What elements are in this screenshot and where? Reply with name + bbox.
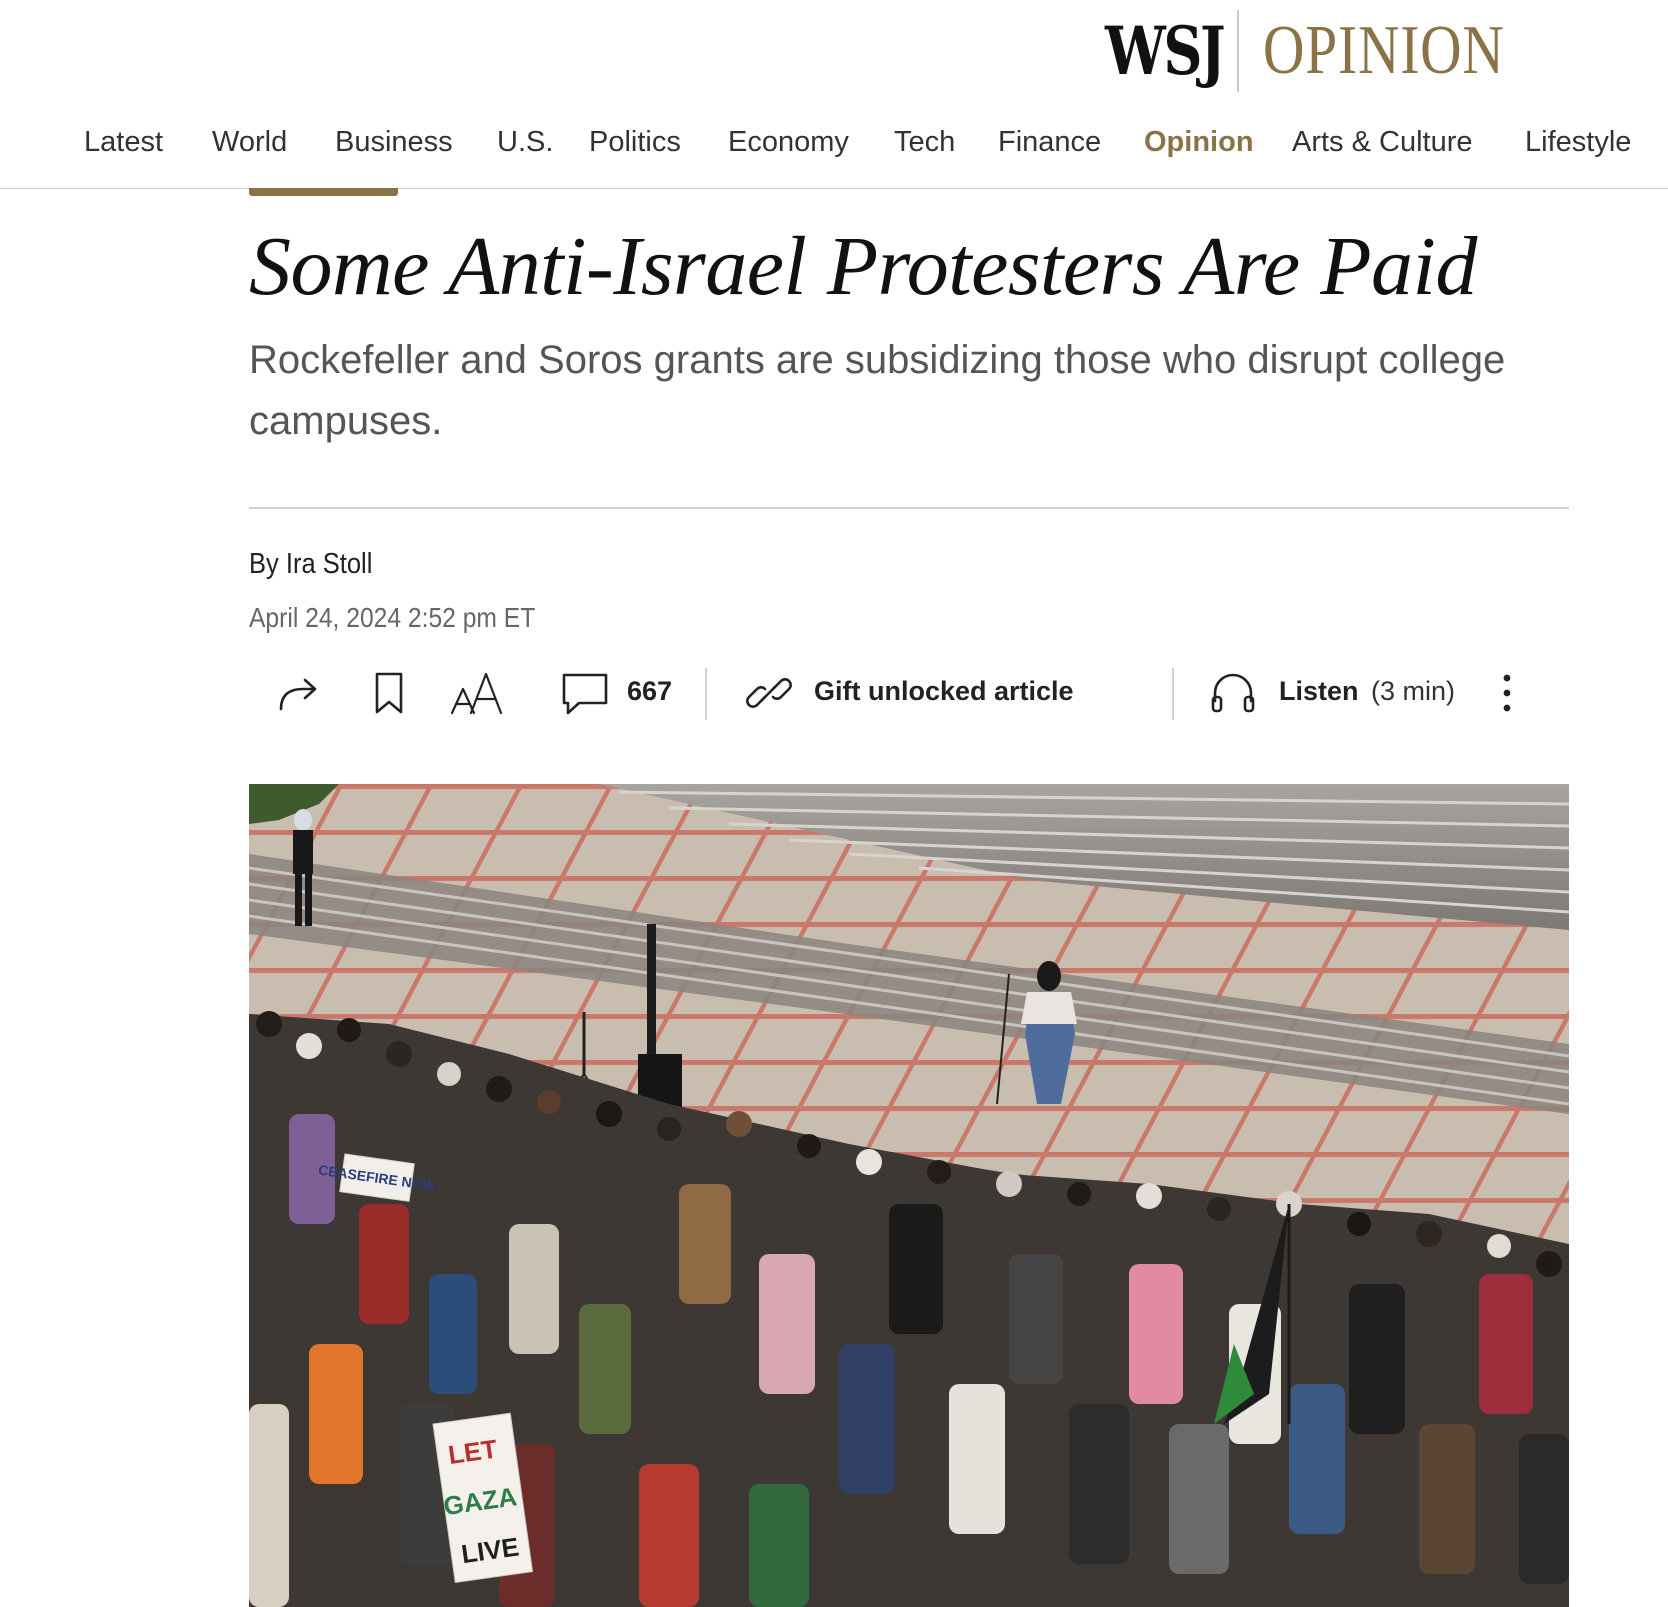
toolbar-divider	[1172, 668, 1174, 720]
article-toolbar: 667 Gift unlocked article Listen (3 min)	[249, 662, 1569, 724]
masthead: WSJ OPINION	[1105, 10, 1558, 92]
article-headline: Some Anti-Israel Protesters Are Paid	[249, 220, 1477, 313]
opinion-section-logo[interactable]: OPINION	[1263, 11, 1505, 91]
byline-prefix: By	[249, 548, 286, 580]
headphones-icon[interactable]	[1209, 669, 1257, 717]
gift-article-button[interactable]: Gift unlocked article	[814, 676, 1074, 707]
nav-item-latest[interactable]: Latest	[84, 126, 163, 159]
article-dek: Rockefeller and Soros grants are subsidi…	[249, 338, 1506, 443]
speaker-pole	[647, 924, 656, 1064]
comment-count[interactable]: 667	[627, 676, 672, 707]
wsj-logo[interactable]: WSJ	[1105, 12, 1226, 90]
nav-item-arts-culture[interactable]: Arts & Culture	[1292, 126, 1473, 159]
section-nav: Latest World Business U.S. Politics Econ…	[0, 118, 1668, 189]
nav-item-finance[interactable]: Finance	[998, 126, 1101, 159]
nav-item-business[interactable]: Business	[335, 126, 453, 159]
nav-item-politics[interactable]: Politics	[589, 126, 681, 159]
bookmark-icon[interactable]	[365, 669, 413, 717]
protest-photo-illustration: CEASEFIRE NOW LET GAZA LIVE	[249, 784, 1569, 1607]
share-arrow-icon[interactable]	[275, 669, 323, 717]
byline: By Ira Stoll	[249, 548, 372, 581]
header-divider	[249, 507, 1569, 509]
comment-bubble-icon[interactable]	[559, 669, 611, 717]
text-size-icon[interactable]	[449, 669, 505, 717]
toolbar-divider	[705, 668, 707, 720]
section-flag-underline	[249, 188, 398, 196]
nav-item-tech[interactable]: Tech	[894, 126, 955, 159]
nav-item-economy[interactable]: Economy	[728, 126, 849, 159]
nav-item-world[interactable]: World	[212, 126, 287, 159]
nav-item-opinion[interactable]: Opinion	[1144, 126, 1254, 159]
link-icon[interactable]	[745, 669, 793, 717]
nav-item-lifestyle[interactable]: Lifestyle	[1525, 126, 1631, 159]
listen-duration: (3 min)	[1371, 676, 1456, 706]
publish-date: April 24, 2024 2:52 pm ET	[249, 602, 536, 633]
more-vertical-icon[interactable]	[1491, 669, 1523, 717]
masthead-divider	[1237, 10, 1239, 92]
author-link[interactable]: Ira Stoll	[286, 548, 373, 580]
listen-button[interactable]: Listen	[1279, 676, 1359, 707]
article-hero-photo[interactable]: CEASEFIRE NOW LET GAZA LIVE	[249, 784, 1569, 1607]
nav-item-us[interactable]: U.S.	[497, 126, 553, 159]
